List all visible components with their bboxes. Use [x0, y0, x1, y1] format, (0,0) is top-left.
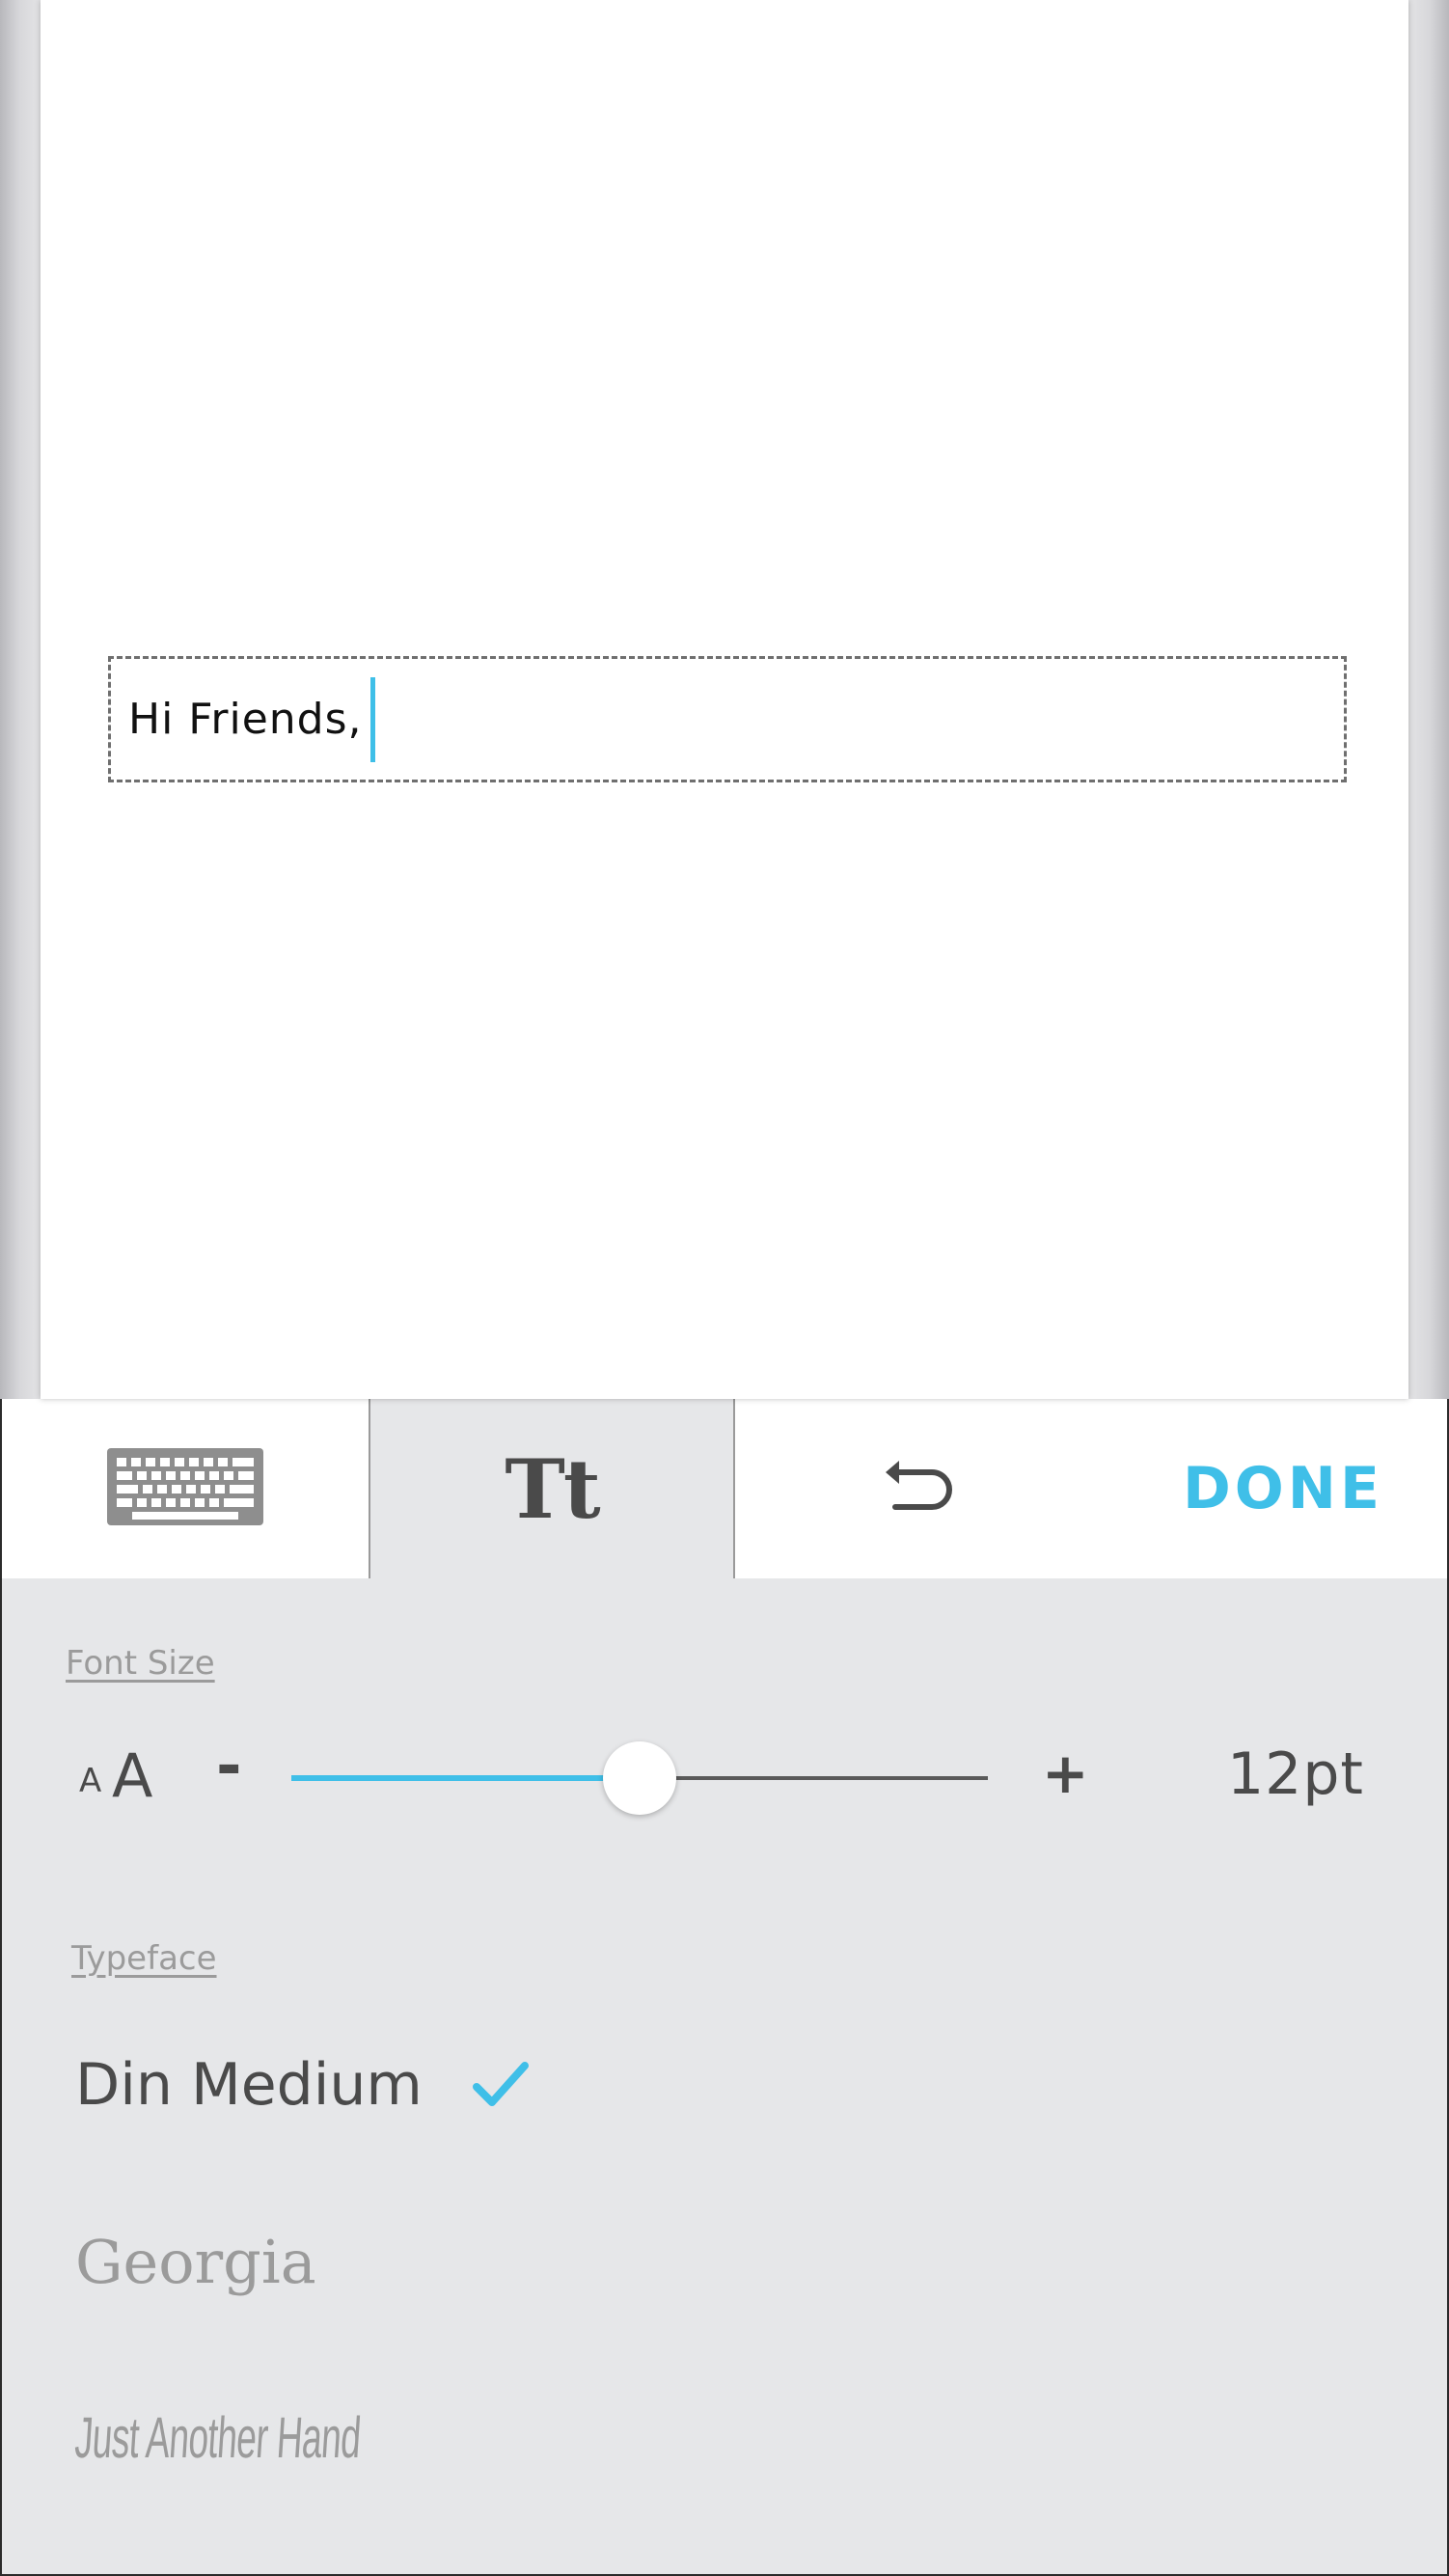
increase-size-button[interactable]: +	[1042, 1740, 1089, 1806]
font-size-small-icon: A	[79, 1762, 102, 1800]
text-style-icon: Tt	[505, 1440, 600, 1537]
keyboard-icon	[107, 1448, 263, 1529]
decrease-size-button[interactable]: -	[216, 1731, 242, 1802]
typeface-option-georgia[interactable]: Georgia	[75, 2227, 316, 2297]
typeface-option-just-another-hand[interactable]: Just Another Hand	[73, 2404, 363, 2471]
typeface-option-label: Din Medium	[75, 2051, 423, 2119]
undo-icon	[882, 1459, 955, 1519]
text-box-value[interactable]: Hi Friends,	[128, 695, 363, 744]
card-canvas: Hi Friends,	[0, 0, 1449, 1399]
slider-thumb[interactable]	[603, 1741, 676, 1815]
typeface-option-label: Just Another Hand	[72, 2405, 363, 2470]
typeface-option-label: Georgia	[75, 2227, 316, 2297]
style-panel: Font Size A A - + 12pt Typeface Din Medi…	[0, 1578, 1449, 2576]
done-button[interactable]: DONE	[1183, 1399, 1383, 1578]
card-page[interactable]: Hi Friends,	[41, 0, 1408, 1399]
text-style-tab-button[interactable]: Tt	[369, 1399, 735, 1578]
font-size-value: 12pt	[1227, 1740, 1364, 1808]
keyboard-tab-button[interactable]	[2, 1399, 369, 1578]
text-cursor	[369, 676, 375, 762]
font-size-section-label: Font Size	[66, 1644, 215, 1683]
editor-toolbar: Tt DONE	[0, 1399, 1449, 1578]
font-size-large-icon: A	[112, 1740, 153, 1811]
checkmark-icon	[472, 2062, 529, 2108]
slider-fill	[291, 1775, 640, 1781]
typeface-option-din-medium[interactable]: Din Medium	[75, 2051, 529, 2119]
undo-button[interactable]	[735, 1399, 1102, 1578]
font-size-slider[interactable]	[291, 1741, 988, 1815]
text-box[interactable]: Hi Friends,	[108, 656, 1347, 782]
typeface-section-label: Typeface	[71, 1939, 217, 1978]
